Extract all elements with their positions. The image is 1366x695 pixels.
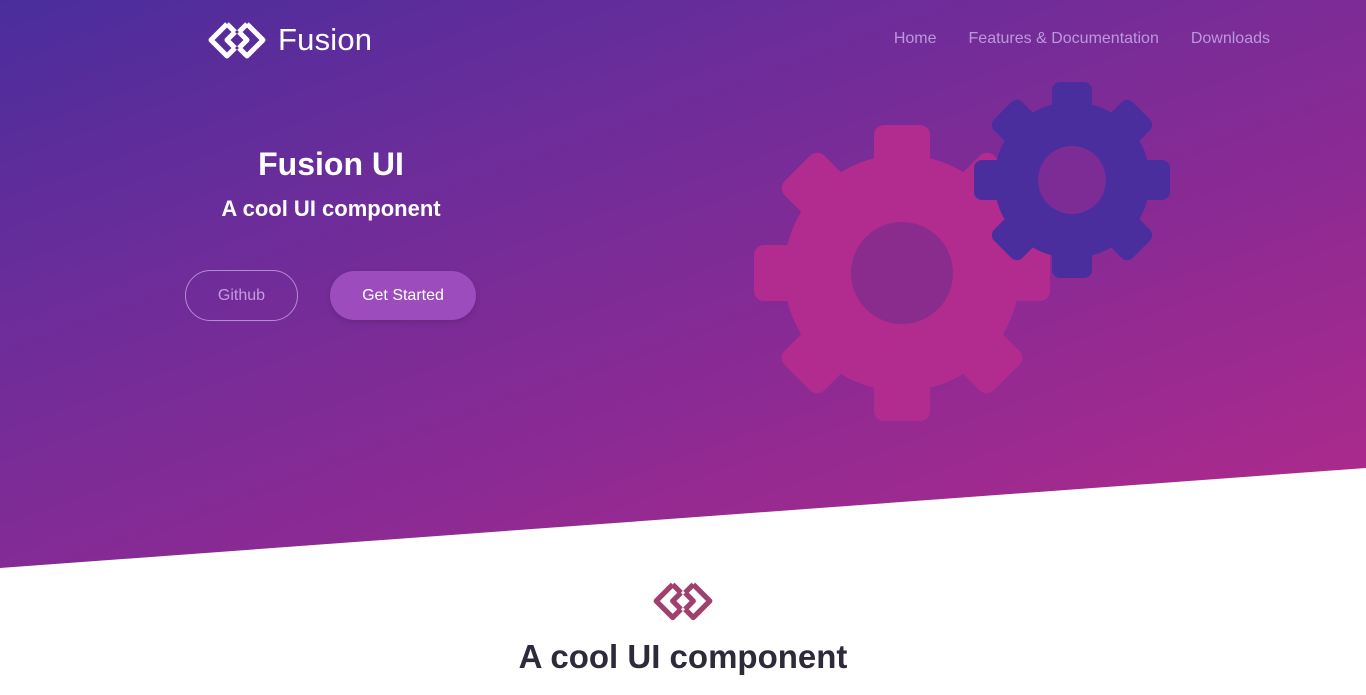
gears-icon bbox=[754, 82, 1170, 421]
get-started-button[interactable]: Get Started bbox=[330, 271, 476, 320]
brand-name: Fusion bbox=[278, 22, 373, 57]
small-gear-icon bbox=[974, 82, 1170, 278]
feature-title: A cool UI component bbox=[518, 638, 848, 675]
github-button[interactable]: Github bbox=[185, 270, 298, 321]
hero-text: Fusion UI A cool UI component bbox=[180, 146, 482, 222]
linked-rings-icon bbox=[653, 582, 713, 621]
main-nav: Home Features & Documentation Downloads bbox=[894, 30, 1270, 48]
hero-title: Fusion UI bbox=[258, 146, 404, 182]
nav-features-documentation[interactable]: Features & Documentation bbox=[969, 30, 1159, 48]
linked-rings-icon bbox=[208, 22, 266, 59]
nav-downloads[interactable]: Downloads bbox=[1191, 30, 1270, 48]
logo[interactable]: Fusion bbox=[205, 18, 372, 62]
nav-home[interactable]: Home bbox=[894, 30, 937, 48]
hero-subtitle: A cool UI component bbox=[221, 196, 441, 221]
